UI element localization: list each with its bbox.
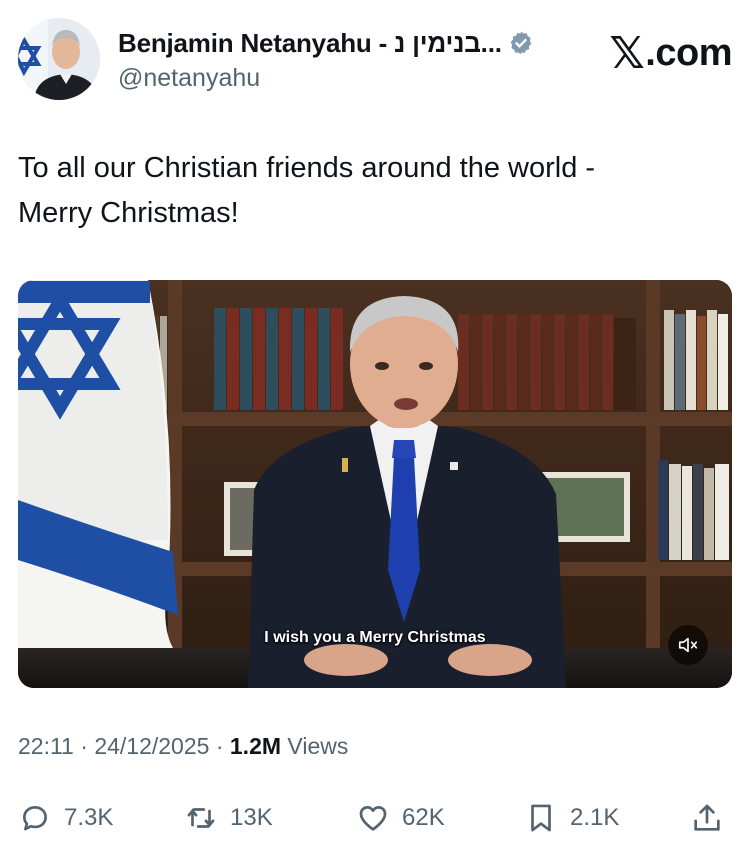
views-label: Views xyxy=(281,733,349,759)
tweet-date[interactable]: 24/12/2025 xyxy=(94,733,209,759)
video-frame xyxy=(18,280,732,688)
share-icon xyxy=(694,804,720,831)
reply-button[interactable]: 7.3K xyxy=(18,796,113,840)
repost-icon xyxy=(187,808,215,828)
action-bar: 7.3K 13K 62K 2.1K xyxy=(18,796,732,840)
meta-separator: · xyxy=(73,733,95,759)
verified-badge-icon xyxy=(508,30,534,56)
tweet-header: Benjamin Netanyahu - בנימין נ... @netany… xyxy=(18,18,732,102)
avatar[interactable] xyxy=(18,18,100,100)
like-count: 62K xyxy=(402,804,445,831)
bookmark-icon xyxy=(531,804,551,832)
reply-count: 7.3K xyxy=(64,804,114,831)
x-logo-text: .com xyxy=(645,32,732,74)
tweet-time[interactable]: 22:11 xyxy=(18,733,74,759)
tweet-text-line: To all our Christian friends around the … xyxy=(18,152,596,184)
x-logo: 𝕏 .com xyxy=(609,28,732,79)
heart-icon xyxy=(359,806,387,831)
views-count: 1.2M xyxy=(229,733,282,759)
author-handle[interactable]: @netanyahu xyxy=(118,64,260,93)
bookmark-count: 2.1K xyxy=(570,804,620,831)
repost-count: 13K xyxy=(230,804,273,831)
video-player[interactable]: I wish you a Merry Christmas xyxy=(18,280,732,688)
author-name-row[interactable]: Benjamin Netanyahu - בנימין נ... xyxy=(118,26,534,60)
video-caption: I wish you a Merry Christmas xyxy=(264,629,486,646)
mute-button[interactable] xyxy=(668,625,708,665)
display-name[interactable]: Benjamin Netanyahu - בנימין נ... xyxy=(118,28,502,59)
bookmark-button[interactable]: 2.1K xyxy=(524,796,619,840)
volume-muted-icon xyxy=(678,637,698,653)
meta-separator: · xyxy=(209,733,230,759)
x-logo-icon: 𝕏 xyxy=(609,29,645,78)
reply-icon xyxy=(23,806,47,831)
tweet-text-line: Merry Christmas! xyxy=(18,197,239,229)
like-button[interactable]: 62K xyxy=(356,796,445,840)
repost-button[interactable]: 13K xyxy=(184,796,273,840)
tweet-meta: 22:11 · 24/12/2025 · 1.2M Views xyxy=(18,733,348,760)
share-button[interactable] xyxy=(690,796,736,840)
tweet-text: To all our Christian friends around the … xyxy=(18,146,718,236)
